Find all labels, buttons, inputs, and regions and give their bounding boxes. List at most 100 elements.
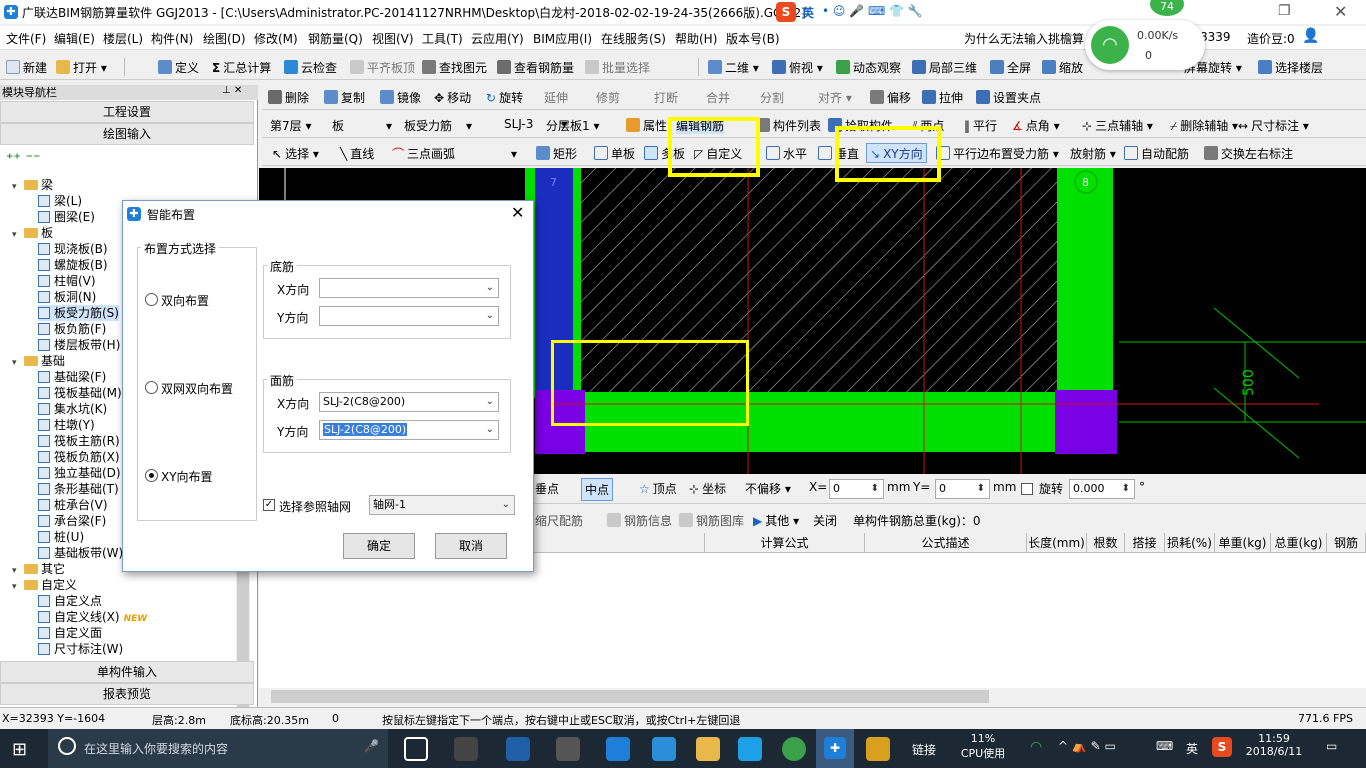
sogou-tray-icon[interactable]: S xyxy=(1212,737,1232,757)
offset-mode-select[interactable]: 不偏移 ▾ xyxy=(745,480,791,497)
radio-xy[interactable] xyxy=(145,469,158,482)
ref-axis-label[interactable]: 选择参照轴网 xyxy=(279,498,351,515)
col-lap[interactable]: 搭接 xyxy=(1125,533,1165,553)
tree-item[interactable]: 基础板带(W) xyxy=(38,545,123,561)
select-floor-button[interactable]: 选择楼层 xyxy=(1258,59,1323,76)
sogou-icon[interactable]: S xyxy=(776,2,796,22)
single-component-button[interactable]: 单构件输入 xyxy=(0,661,254,683)
grid-hscroll[interactable] xyxy=(259,688,1366,705)
col-count[interactable]: 根数 xyxy=(1087,533,1125,553)
expand-icon[interactable]: ▾ xyxy=(12,227,22,243)
tree-item[interactable]: 柱墩(Y) xyxy=(38,417,95,433)
lang-indicator[interactable]: 英 xyxy=(1186,740,1198,757)
menu-item[interactable]: 云应用(Y) xyxy=(471,30,524,47)
tree-item[interactable]: 柱帽(V) xyxy=(38,273,96,289)
dimension-button[interactable]: ↔ 尺寸标注 ▾ xyxy=(1238,117,1309,134)
radio-double-net[interactable] xyxy=(145,381,158,394)
news-fragment[interactable]: 为什么无法输入挑檐算 xyxy=(964,30,1084,47)
menu-item[interactable]: 版本号(B) xyxy=(726,30,780,47)
tree-item[interactable]: 基础梁(F) xyxy=(38,369,106,385)
rect-button[interactable]: 矩形 xyxy=(536,145,577,162)
draw-input-button[interactable]: 绘图输入 xyxy=(0,123,254,145)
attr-button[interactable]: 属性 xyxy=(626,117,667,134)
align-dropdown[interactable]: 对齐 ▾ xyxy=(818,89,852,106)
parallel-button[interactable]: ‖ 平行 xyxy=(964,117,997,134)
tree-item[interactable]: 筏板负筋(X) xyxy=(38,449,120,465)
project-settings-button[interactable]: 工程设置 xyxy=(0,101,254,123)
opt-bidirectional[interactable]: 双向布置 xyxy=(161,292,209,309)
trim-button[interactable]: 修剪 xyxy=(596,89,620,106)
menu-item[interactable]: 帮助(H) xyxy=(675,30,717,47)
rebar-info-button[interactable]: 钢筋信息 xyxy=(607,512,672,529)
tree-item[interactable]: 条形基础(T) xyxy=(38,481,119,497)
expand-icon[interactable]: ▾ xyxy=(12,355,22,371)
new-button[interactable]: 新建 xyxy=(6,59,47,76)
net-speed-widget[interactable]: ◠ 0.00K/s 0 xyxy=(1085,20,1205,70)
bottom-y-select[interactable]: ⌄ xyxy=(319,306,499,326)
tree-item[interactable]: 自定义面 xyxy=(38,625,102,641)
cpu-widget[interactable]: 11% CPU使用 xyxy=(958,732,1008,761)
local-3d-button[interactable]: 局部三维 xyxy=(912,59,977,76)
point-angle-button[interactable]: ∡ 点角 ▾ xyxy=(1012,117,1060,134)
ime-label[interactable]: 英 xyxy=(802,4,814,21)
explorer-icon[interactable] xyxy=(696,737,720,761)
view-2d-dropdown[interactable]: 二维 ▾ xyxy=(708,59,759,76)
line-button[interactable]: ╲ 直线 xyxy=(340,145,374,162)
menu-item[interactable]: 视图(V) xyxy=(372,30,414,47)
menu-item[interactable]: 楼层(L) xyxy=(103,30,143,47)
col-length[interactable]: 长度(mm) xyxy=(1027,533,1087,553)
notes-app-icon[interactable] xyxy=(866,737,890,761)
tree-item[interactable]: 螺旋板(B) xyxy=(38,257,108,273)
component-list-button[interactable]: 构件列表 xyxy=(756,117,821,134)
col-unit-weight[interactable]: 单重(kg) xyxy=(1215,533,1271,553)
menu-item[interactable]: 文件(F) xyxy=(6,30,46,47)
top-y-select[interactable]: SLJ-2(C8@200) ⌄ xyxy=(319,420,499,440)
move-button[interactable]: ✥ 移动 xyxy=(434,89,471,106)
single-slab-button[interactable]: 单板 xyxy=(594,145,635,162)
price-label[interactable]: 造价豆:0 xyxy=(1247,30,1295,47)
axis-net-select[interactable]: 轴网-1 ⌄ xyxy=(369,495,515,515)
delete-button[interactable]: 删除 xyxy=(268,89,309,106)
fan-app-icon[interactable] xyxy=(454,737,478,761)
menu-item[interactable]: 在线服务(S) xyxy=(601,30,666,47)
opt-double-net[interactable]: 双网双向布置 xyxy=(161,380,233,397)
y-input[interactable]: 0 ⬍ xyxy=(935,479,990,499)
subtype-select[interactable]: 板受力筋 ▾ xyxy=(404,117,472,134)
coord-snap[interactable]: ⊹ 坐标 xyxy=(689,480,726,497)
hscroll-thumb[interactable] xyxy=(271,690,989,703)
stretch-button[interactable]: 拉伸 xyxy=(922,89,963,106)
edge-icon[interactable] xyxy=(606,737,630,761)
expand-icon[interactable]: ▾ xyxy=(12,579,22,595)
menu-item[interactable]: 修改(M) xyxy=(254,30,298,47)
three-axis-button[interactable]: ⊹ 三点辅轴 ▾ xyxy=(1082,117,1153,134)
open-button[interactable]: 打开 ▾ xyxy=(56,59,107,76)
top-x-select[interactable]: SLJ-2(C8@200) ⌄ xyxy=(319,392,499,412)
merge-button[interactable]: 合并 xyxy=(706,89,730,106)
expand-icon[interactable]: ▾ xyxy=(12,179,22,195)
midpoint-snap[interactable]: 中点 xyxy=(581,478,614,501)
horizontal-button[interactable]: 水平 xyxy=(766,145,807,162)
tree-item[interactable]: 承台梁(F) xyxy=(38,513,106,529)
tree-item[interactable]: 自定义线(X) NEW xyxy=(38,609,147,625)
break-button[interactable]: 打断 xyxy=(654,89,678,106)
menu-item[interactable]: 工具(T) xyxy=(422,30,463,47)
search-box[interactable]: 在这里输入你要搜索的内容 🎤 xyxy=(48,729,388,768)
scale-rebar-button[interactable]: 缩尺配筋 xyxy=(535,512,583,529)
tree-item[interactable]: 桩承台(V) xyxy=(38,497,108,513)
pin-icon[interactable]: ⊥ ✕ xyxy=(222,85,242,96)
tree-item[interactable]: 板受力筋(S) xyxy=(38,305,119,321)
find-button[interactable]: 查找图元 xyxy=(422,59,487,76)
opt-xy[interactable]: XY向布置 xyxy=(161,468,213,485)
tree-item[interactable]: 圈梁(E) xyxy=(38,209,95,225)
tree-item[interactable]: 尺寸标注(W) xyxy=(38,641,123,657)
mirror-button[interactable]: 镜像 xyxy=(380,89,421,106)
clock[interactable]: 11:59 2018/6/11 xyxy=(1244,732,1304,758)
menu-item[interactable]: 绘图(D) xyxy=(203,30,246,47)
tree-item[interactable]: 自定义点 xyxy=(38,593,102,609)
close-icon[interactable]: ✕ xyxy=(1334,2,1347,21)
close-button[interactable]: 关闭 xyxy=(813,512,837,529)
rotate-button[interactable]: ↻ 旋转 xyxy=(486,89,523,106)
col-formula[interactable]: 计算公式 xyxy=(705,533,865,553)
dialog-close-icon[interactable]: ✕ xyxy=(511,203,524,222)
wifi-tray-icon[interactable]: ◠ xyxy=(1030,739,1042,755)
